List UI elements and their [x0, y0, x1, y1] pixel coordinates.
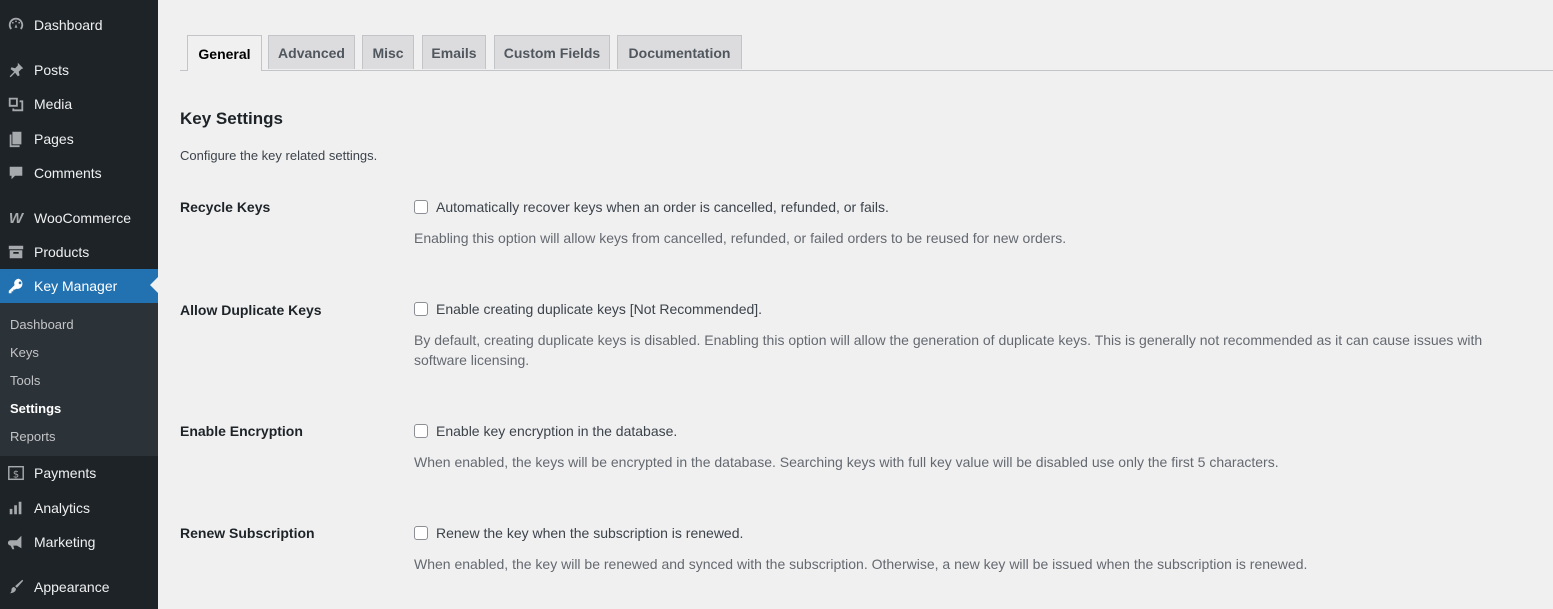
key-manager-submenu: Dashboard Keys Tools Settings Reports — [0, 303, 158, 456]
tab-general[interactable]: General — [187, 35, 262, 71]
setting-label-renew-subscription: Renew Subscription — [180, 525, 315, 541]
sidebar-item-key-manager[interactable]: Key Manager — [0, 269, 158, 303]
pin-icon — [6, 60, 26, 80]
sidebar-item-label: Pages — [34, 131, 74, 147]
enable-encryption-checkbox[interactable] — [414, 424, 428, 438]
submenu-item-tools[interactable]: Tools — [10, 373, 40, 388]
setting-description: Enabling this option will allow keys fro… — [414, 230, 1067, 246]
sidebar-item-comments[interactable]: Comments — [0, 156, 158, 190]
sidebar-item-analytics[interactable]: Analytics — [0, 491, 158, 525]
sidebar-item-label: Marketing — [34, 534, 96, 550]
sidebar-item-payments[interactable]: $ Payments — [0, 456, 158, 490]
archive-icon — [6, 242, 26, 262]
recycle-keys-checkbox[interactable] — [414, 200, 428, 214]
sidebar-item-label: Products — [34, 244, 90, 260]
sidebar-item-label: Payments — [34, 465, 97, 481]
tab-emails[interactable]: Emails — [422, 35, 486, 69]
sidebar-item-label: WooCommerce — [34, 210, 131, 226]
setting-description: When enabled, the keys will be encrypted… — [414, 454, 1279, 470]
media-icon — [6, 94, 26, 114]
renew-subscription-checkbox[interactable] — [414, 526, 428, 540]
sidebar-item-marketing[interactable]: Marketing — [0, 525, 158, 559]
brush-icon — [6, 577, 26, 597]
submenu-item-settings[interactable]: Settings — [10, 401, 61, 416]
enable-encryption-option[interactable]: Enable key encryption in the database. — [414, 423, 677, 439]
allow-duplicate-keys-option[interactable]: Enable creating duplicate keys [Not Reco… — [414, 301, 762, 317]
checkbox-label: Renew the key when the subscription is r… — [436, 525, 744, 541]
tab-advanced[interactable]: Advanced — [268, 35, 355, 69]
setting-label-recycle-keys: Recycle Keys — [180, 199, 271, 215]
sidebar-item-appearance[interactable]: Appearance — [0, 570, 158, 604]
dashboard-icon — [6, 15, 26, 35]
section-title: Key Settings — [180, 109, 283, 128]
key-icon — [6, 276, 26, 296]
setting-label-allow-duplicate-keys: Allow Duplicate Keys — [180, 302, 322, 318]
dollar-icon: $ — [6, 463, 26, 483]
sidebar-item-label: Media — [34, 96, 73, 112]
bar-chart-icon — [6, 498, 26, 518]
megaphone-icon — [6, 532, 26, 552]
sidebar-item-label: Appearance — [34, 579, 110, 595]
sidebar-item-woocommerce[interactable]: W WooCommerce — [0, 201, 158, 235]
tab-misc[interactable]: Misc — [362, 35, 414, 69]
sidebar-item-label: Analytics — [34, 500, 91, 516]
sidebar-item-pages[interactable]: Pages — [0, 122, 158, 156]
sidebar-item-label: Comments — [34, 165, 102, 181]
sidebar-item-media[interactable]: Media — [0, 87, 158, 121]
tab-custom-fields[interactable]: Custom Fields — [494, 35, 610, 69]
sidebar-item-label: Key Manager — [34, 278, 118, 294]
checkbox-label: Enable key encryption in the database. — [436, 423, 678, 439]
woocommerce-icon: W — [8, 209, 24, 227]
setting-label-enable-encryption: Enable Encryption — [180, 423, 303, 439]
sidebar-item-dashboard[interactable]: Dashboard — [0, 8, 158, 42]
sidebar-item-label: Posts — [34, 62, 70, 78]
checkbox-label: Enable creating duplicate keys [Not Reco… — [436, 301, 763, 317]
submenu-item-reports[interactable]: Reports — [10, 429, 56, 444]
checkbox-label: Automatically recover keys when an order… — [436, 199, 889, 215]
recycle-keys-option[interactable]: Automatically recover keys when an order… — [414, 199, 889, 215]
submenu-item-dashboard[interactable]: Dashboard — [10, 317, 74, 332]
pages-icon — [6, 129, 26, 149]
sidebar-item-label: Dashboard — [34, 17, 103, 33]
renew-subscription-option[interactable]: Renew the key when the subscription is r… — [414, 525, 743, 541]
submenu-item-keys[interactable]: Keys — [10, 345, 39, 360]
admin-sidebar: Dashboard Posts Media Pages Comments W W… — [0, 0, 158, 609]
section-description: Configure the key related settings. — [180, 148, 378, 163]
tab-documentation[interactable]: Documentation — [617, 35, 742, 69]
svg-text:$: $ — [13, 470, 19, 481]
setting-description: When enabled, the key will be renewed an… — [414, 556, 1308, 572]
setting-description: By default, creating duplicate keys is d… — [414, 332, 1483, 368]
sidebar-item-posts[interactable]: Posts — [0, 53, 158, 87]
settings-tabs: General Advanced Misc Emails Custom Fiel… — [180, 35, 1553, 71]
comment-icon — [6, 163, 26, 183]
sidebar-item-products[interactable]: Products — [0, 235, 158, 269]
allow-duplicate-keys-checkbox[interactable] — [414, 302, 428, 316]
